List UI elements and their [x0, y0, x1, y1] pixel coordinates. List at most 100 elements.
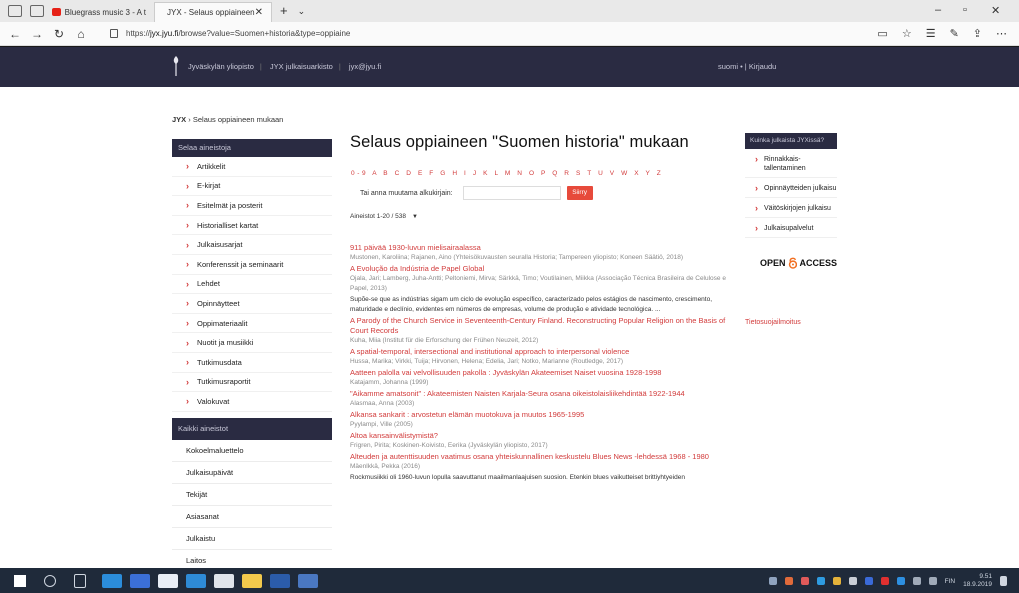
publish-link[interactable]: › Opinnäytteiden julkaisu: [745, 178, 837, 198]
breadcrumb-home[interactable]: JYX: [172, 115, 186, 124]
result-item: A Parody of the Church Service in Sevent…: [350, 316, 730, 346]
tray-icon[interactable]: [896, 577, 905, 585]
tray-icon[interactable]: [816, 577, 825, 585]
go-button[interactable]: Siirry: [566, 186, 593, 200]
pen-icon[interactable]: ✎: [950, 27, 959, 40]
new-tab-icon[interactable]: +: [280, 3, 288, 18]
tray-icon[interactable]: [784, 577, 793, 585]
minimize-icon[interactable]: –: [935, 4, 941, 16]
chevron-right-icon: ›: [186, 239, 189, 250]
task-view-icon[interactable]: [74, 573, 86, 588]
notifications-icon[interactable]: [1000, 576, 1007, 586]
publish-link-label: Opinnäytteiden julkaisu: [764, 185, 837, 192]
sidebar-item[interactable]: › Artikkelit: [172, 157, 332, 177]
clock[interactable]: 9.51 18.9.2019: [963, 573, 992, 589]
favorite-star-icon[interactable]: ☆: [902, 27, 912, 40]
open-access-logo: OPEN ACCESS: [745, 254, 837, 272]
volume-icon[interactable]: [928, 577, 937, 585]
windows-start-icon[interactable]: [14, 574, 26, 587]
file-explorer-icon[interactable]: [242, 573, 262, 588]
result-title-link[interactable]: A Evolução da Indústria de Papel Global: [350, 264, 730, 274]
wifi-icon[interactable]: [912, 577, 921, 585]
language-indicator[interactable]: FIN: [945, 578, 955, 585]
app-icon[interactable]: [130, 573, 150, 588]
privacy-link[interactable]: Tietosuojailmoitus: [745, 319, 801, 326]
sidebar-item-label: Tutkimusraportit: [197, 377, 251, 387]
all-items-link[interactable]: Julkaisupäivät: [172, 462, 332, 484]
share-icon[interactable]: ⇪: [973, 27, 982, 40]
result-item: "Aikamme amatsonit" : Akateemisten Naist…: [350, 389, 730, 409]
tab-aside-icon[interactable]: [30, 5, 44, 17]
all-items-link[interactable]: Asiasanat: [172, 506, 332, 528]
close-window-icon[interactable]: ✕: [991, 4, 1000, 17]
sidebar-item[interactable]: › Esitelmät ja posterit: [172, 196, 332, 216]
sidebar-item-label: E-kirjat: [197, 181, 221, 191]
result-meta: Alasmaa, Anna (2003): [350, 400, 415, 407]
tray-icon[interactable]: [768, 577, 777, 585]
sidebar-item[interactable]: › Lehdet: [172, 275, 332, 295]
tray-icon[interactable]: [800, 577, 809, 585]
result-title-link[interactable]: Alteuden ja autenttisuuden vaatimus osan…: [350, 452, 730, 462]
url-field[interactable]: https://jyx.jyu.fi/browse?value=Suomen+h…: [110, 29, 350, 38]
sidebar-item[interactable]: › Oppimateriaalit: [172, 314, 332, 334]
more-icon[interactable]: ⋯: [996, 27, 1007, 40]
site-header: Jyväskylän yliopisto | JYX julkaisuarkist…: [0, 47, 1019, 87]
header-link-university[interactable]: Jyväskylän yliopisto: [188, 62, 254, 71]
publish-link[interactable]: › Väitöskirjojen julkaisu: [745, 198, 837, 218]
all-items-link[interactable]: Kokoelmaluettelo: [172, 440, 332, 462]
university-logo-icon[interactable]: [172, 55, 180, 77]
sidebar-item[interactable]: › Konferenssit ja seminaarit: [172, 255, 332, 275]
mail-icon[interactable]: [214, 573, 234, 588]
tray-icon[interactable]: [864, 577, 873, 585]
refresh-icon[interactable]: ↻: [48, 27, 70, 41]
close-tab-icon[interactable]: ✕: [255, 7, 263, 18]
all-items-link[interactable]: Tekijät: [172, 484, 332, 506]
sidebar-item[interactable]: › Tutkimusraportit: [172, 373, 332, 393]
reading-view-icon[interactable]: ▭: [877, 27, 887, 40]
maximize-icon[interactable]: ▫: [963, 4, 967, 16]
favorites-icon[interactable]: ☰: [926, 27, 936, 40]
caret-down-icon[interactable]: ▼: [412, 214, 418, 220]
ie-icon[interactable]: [186, 573, 206, 588]
tab-bluegrass[interactable]: Bluegrass music 3 - A t: [44, 2, 154, 22]
chevron-down-icon[interactable]: ⌄: [298, 6, 306, 17]
search-icon[interactable]: [44, 574, 56, 587]
forward-icon[interactable]: →: [26, 27, 48, 41]
sidebar-item[interactable]: › Tutkimusdata: [172, 353, 332, 373]
result-item: Aatteen palolla vai velvollisuuden pakol…: [350, 368, 730, 388]
result-title-link[interactable]: Aatteen palolla vai velvollisuuden pakol…: [350, 368, 730, 378]
tray-icon[interactable]: [880, 577, 889, 585]
sidebar-item[interactable]: › Valokuvat: [172, 392, 332, 412]
tray-icon[interactable]: [832, 577, 841, 585]
photos-icon[interactable]: [298, 573, 318, 588]
back-icon[interactable]: ←: [4, 27, 26, 41]
result-title-link[interactable]: "Aikamme amatsonit" : Akateemisten Naist…: [350, 389, 730, 399]
language-login[interactable]: suomi • | Kirjaudu: [718, 62, 776, 71]
publish-link[interactable]: › Rinnakkais-tallentaminen: [745, 149, 837, 178]
sidebar-item[interactable]: › Opinnäytteet: [172, 294, 332, 314]
result-item: A spatial-temporal, intersectional and i…: [350, 347, 730, 367]
tray-icon[interactable]: [848, 577, 857, 585]
search-input[interactable]: [462, 186, 561, 200]
tab-actions-icon[interactable]: [8, 5, 22, 17]
sidebar-item[interactable]: › Historialliset kartat: [172, 216, 332, 236]
result-title-link[interactable]: 911 päivää 1930-luvun mielisairaalassa: [350, 243, 730, 253]
home-icon[interactable]: ⌂: [70, 27, 92, 41]
sidebar-item[interactable]: › E-kirjat: [172, 177, 332, 197]
tab-jyx[interactable]: JYX - Selaus oppiaineen ✕: [154, 2, 272, 22]
result-title-link[interactable]: Altoa kansainvälistymistä?: [350, 431, 730, 441]
store-icon[interactable]: [158, 573, 178, 588]
sidebar-item[interactable]: › Julkaisusarjat: [172, 235, 332, 255]
publish-link[interactable]: › Julkaisupalvelut: [745, 218, 837, 238]
alphabet-index[interactable]: 0-9 A B C D E F G H I J K L M N O P Q R …: [351, 170, 730, 177]
result-title-link[interactable]: A Parody of the Church Service in Sevent…: [350, 316, 730, 336]
result-title-link[interactable]: Alkansa sankarit : arvostetun elämän muo…: [350, 410, 730, 420]
header-link-jyx[interactable]: JYX julkaisuarkisto: [270, 62, 333, 71]
results-list: 911 päivää 1930-luvun mielisairaalassa Mu…: [350, 243, 730, 483]
edge-icon[interactable]: [102, 573, 122, 588]
sidebar-item[interactable]: › Nuotit ja musiikki: [172, 333, 332, 353]
result-title-link[interactable]: A spatial-temporal, intersectional and i…: [350, 347, 730, 357]
header-link-email[interactable]: jyx@jyu.fi: [349, 62, 381, 71]
all-items-link[interactable]: Julkaistu: [172, 528, 332, 550]
word-icon[interactable]: [270, 573, 290, 588]
